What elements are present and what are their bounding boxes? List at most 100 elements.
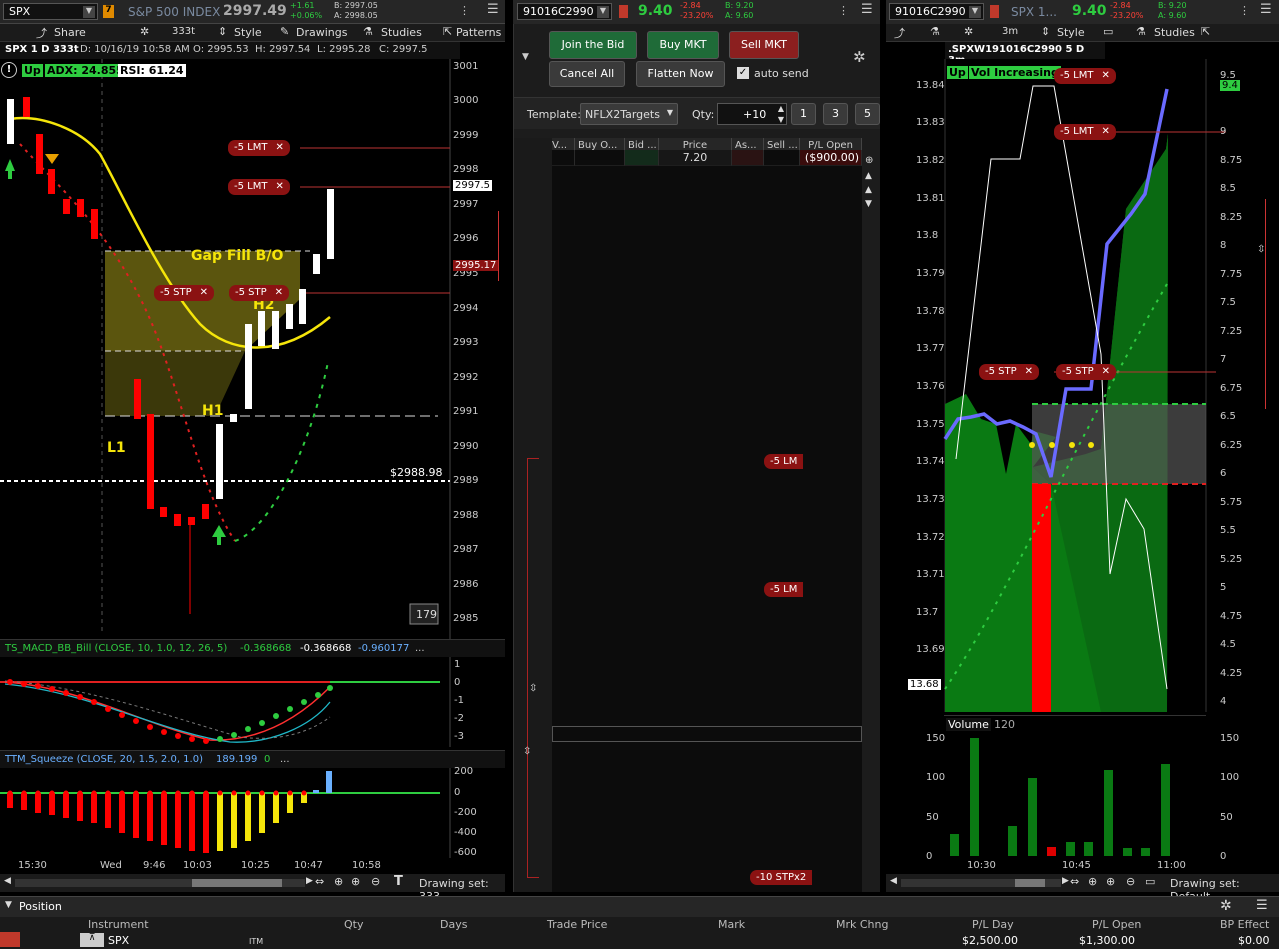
scroll-up-icon[interactable]: ▲ <box>865 171 872 181</box>
join-bid-button[interactable]: Join the Bid <box>549 31 637 59</box>
expand-icon[interactable]: ⇔ <box>315 875 324 888</box>
crosshair-icon[interactable]: ⊕ <box>334 875 343 888</box>
expand-icon[interactable]: ⇔ <box>1070 875 1079 888</box>
col-header[interactable]: BP Effect <box>1220 918 1269 931</box>
col-header[interactable]: P/L Open <box>1092 918 1141 931</box>
close-icon[interactable]: ✕ <box>1025 366 1033 377</box>
close-icon[interactable]: ✕ <box>275 287 283 298</box>
close-icon[interactable]: ✕ <box>275 142 283 153</box>
horizontal-scrollbar[interactable] <box>901 879 1061 887</box>
flatten-button[interactable]: Flatten Now <box>636 61 725 87</box>
col-header[interactable]: Mrk Chng <box>836 918 889 931</box>
zoom-out-icon[interactable]: ⊖ <box>1126 875 1135 888</box>
qty-stepper[interactable]: +10 ▲ ▼ <box>717 103 787 125</box>
chevron-down-icon[interactable]: ▼ <box>83 6 95 18</box>
studies-button[interactable]: Studies <box>381 26 422 39</box>
level2-icon[interactable]: ⋮ <box>1239 4 1250 17</box>
drag-handle-icon[interactable]: ⇳ <box>523 746 531 757</box>
collapse-icon[interactable]: ▼ <box>522 52 529 62</box>
scroll-left-icon[interactable]: ◀ <box>4 876 11 886</box>
scroll-up-icon[interactable]: ▲ <box>865 185 872 195</box>
zoom-in-icon[interactable]: ⊕ <box>351 875 360 888</box>
level2-icon[interactable]: ⋮ <box>459 4 470 17</box>
patterns-icon[interactable]: ⇱ <box>443 25 452 38</box>
link-group-icon[interactable]: 7 <box>103 5 114 18</box>
order-bubble[interactable]: -5 LMT ✕ <box>228 140 290 156</box>
close-icon[interactable]: ✕ <box>1102 366 1110 377</box>
flask-icon[interactable]: ⚗ <box>363 25 373 38</box>
pl-cell[interactable]: ($900.00) <box>800 150 862 166</box>
style-icon[interactable]: ⇕ <box>218 25 227 38</box>
col-header[interactable]: Qty <box>344 918 363 931</box>
sell-order-bubble[interactable]: -5 LM <box>764 582 804 597</box>
chevron-down-icon[interactable]: ▼ <box>597 6 609 18</box>
order-bubble[interactable]: -5 STP ✕ <box>979 364 1040 380</box>
order-bubble[interactable]: -5 LMT ✕ <box>1054 68 1116 84</box>
ladder-cell[interactable] <box>575 150 625 166</box>
position-instrument[interactable]: SPX <box>108 934 129 947</box>
close-icon[interactable]: ✕ <box>200 287 208 298</box>
style-button[interactable]: Style <box>234 26 262 39</box>
ask-size-cell[interactable] <box>732 150 764 166</box>
gear-icon[interactable]: ✲ <box>140 25 149 38</box>
menu-icon[interactable]: ☰ <box>1256 898 1268 913</box>
interval-selector[interactable]: 333t <box>172 26 195 37</box>
buy-market-button[interactable]: Buy MKT <box>647 31 719 59</box>
bid-size-cell[interactable] <box>625 150 659 166</box>
scroll-left-icon[interactable]: ◀ <box>890 876 897 886</box>
share-icon[interactable]: ⤴ <box>36 25 47 41</box>
gear-icon[interactable]: ✲ <box>853 48 866 66</box>
studies-button[interactable]: Studies <box>1154 26 1195 39</box>
info-icon[interactable]: ! <box>1 62 17 78</box>
qty-preset-button[interactable]: 1 <box>791 103 816 125</box>
horizontal-scrollbar[interactable] <box>15 879 305 887</box>
level2-icon[interactable]: ⋮ <box>838 4 849 17</box>
order-bubble[interactable]: -5 STP ✕ <box>1056 364 1117 380</box>
price-cell[interactable]: 7.20 <box>659 150 732 166</box>
zoom-in-icon[interactable]: ⊕ <box>865 155 873 166</box>
drawings-button[interactable]: Drawings <box>296 26 347 39</box>
scroll-down-icon[interactable]: ▼ <box>865 199 872 209</box>
style-icon[interactable]: ⇕ <box>1041 25 1050 38</box>
col-header[interactable]: P/L Day <box>972 918 1014 931</box>
rectangle-tool-icon[interactable]: ▭ <box>1145 875 1155 888</box>
link-group-icon[interactable] <box>619 5 628 18</box>
symbol-input[interactable]: SPX ▼ <box>3 3 98 20</box>
col-header[interactable]: Days <box>440 918 467 931</box>
share-button[interactable]: Share <box>54 26 86 39</box>
qty-preset-button[interactable]: 3 <box>823 103 848 125</box>
close-icon[interactable]: ✕ <box>275 181 283 192</box>
symbol-input[interactable]: 91016C2990 ▼ <box>517 3 612 20</box>
order-bubble[interactable]: -5 STP ✕ <box>154 285 215 301</box>
collapse-icon[interactable]: ▼ <box>5 900 12 910</box>
interval-selector[interactable]: 3m <box>1002 26 1018 37</box>
text-tool-icon[interactable]: T <box>394 874 403 889</box>
link-group-icon[interactable] <box>990 5 999 18</box>
col-header[interactable]: Trade Price <box>547 918 607 931</box>
scroll-right-icon[interactable]: ▶ <box>306 876 313 886</box>
sell-market-button[interactable]: Sell MKT <box>729 31 799 59</box>
menu-icon[interactable]: ☰ <box>861 2 873 17</box>
price-ladder[interactable]: V... Buy O... Bid ... Price As... Sell .… <box>552 138 862 892</box>
flask-icon[interactable]: ⚗ <box>1136 25 1146 38</box>
auto-send-checkbox[interactable]: ✓ <box>737 67 749 79</box>
pencil-icon[interactable]: ✎ <box>280 25 289 38</box>
order-bubble[interactable]: -5 STP ✕ <box>229 285 290 301</box>
template-select[interactable]: NFLX2Targets ▼ <box>580 103 678 125</box>
patterns-icon[interactable]: ⇱ <box>1201 25 1210 38</box>
patterns-button[interactable]: Patterns <box>456 26 501 39</box>
menu-icon[interactable]: ☰ <box>487 2 499 17</box>
zoom-in-icon[interactable]: ⊕ <box>1106 875 1115 888</box>
drawings-icon[interactable]: ▭ <box>1103 25 1113 38</box>
drag-handle-icon[interactable]: ⇳ <box>529 683 537 694</box>
share-icon[interactable]: ⤴ <box>894 25 905 41</box>
symbol-input[interactable]: 91016C2990 ▼ <box>889 3 984 20</box>
chevron-down-icon[interactable]: ▼ <box>969 6 981 18</box>
decrement-icon[interactable]: ▼ <box>778 115 784 124</box>
order-bubble[interactable]: -5 LMT ✕ <box>228 179 290 195</box>
flask-icon[interactable]: ⚗ <box>930 25 940 38</box>
drag-handle-icon[interactable]: ⇳ <box>1257 244 1265 255</box>
qty-preset-button[interactable]: 5 <box>855 103 880 125</box>
scroll-right-icon[interactable]: ▶ <box>1062 876 1069 886</box>
sell-order-bubble[interactable]: -5 LM <box>764 454 804 469</box>
